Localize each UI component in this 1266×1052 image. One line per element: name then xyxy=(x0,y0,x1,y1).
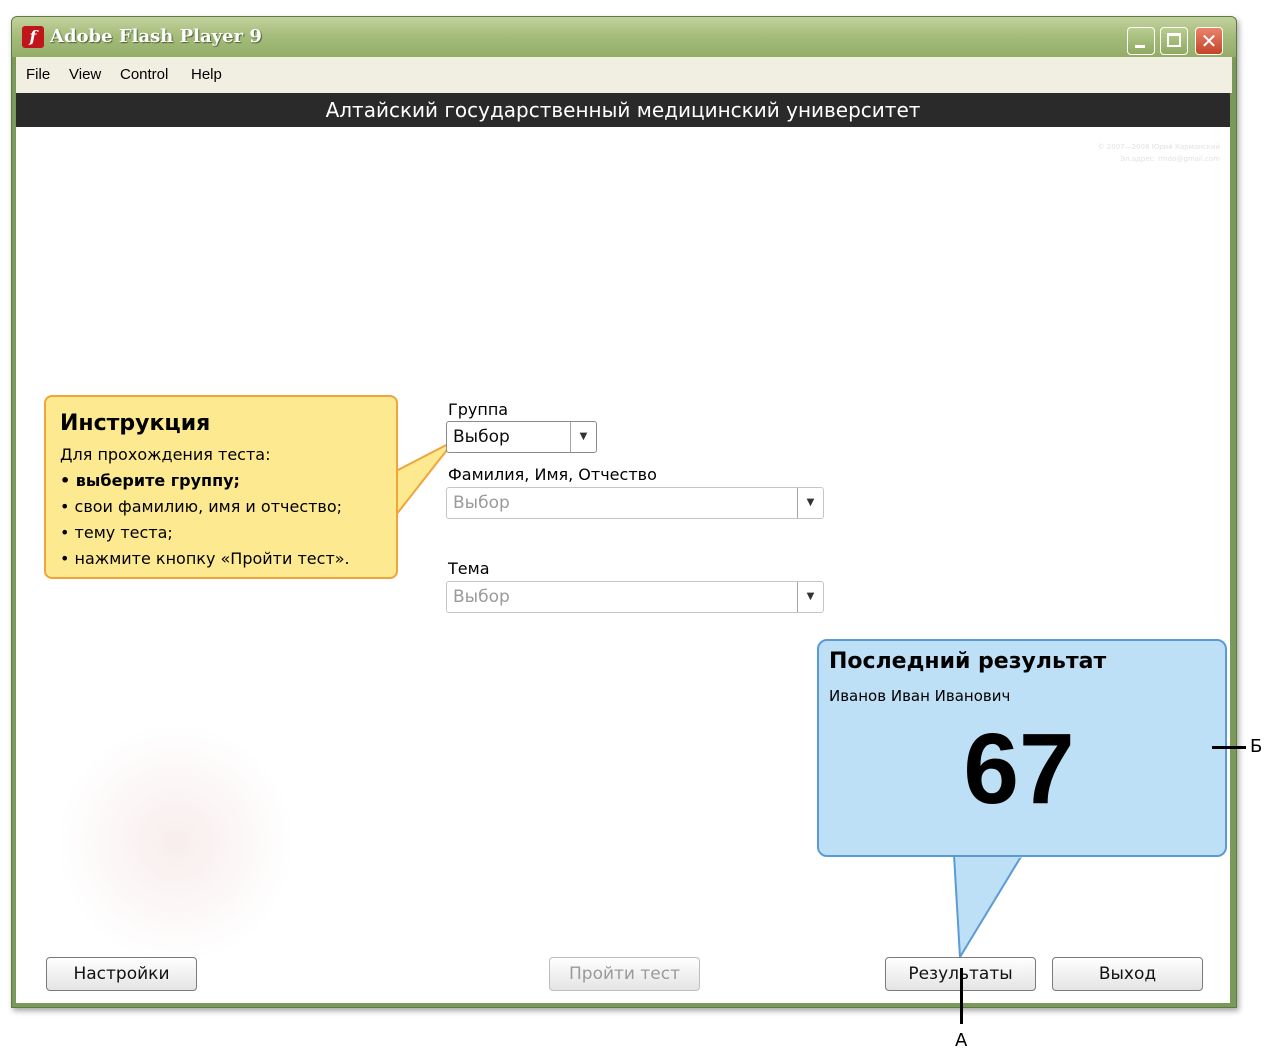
instruction-box: Инструкция Для прохождения теста: • выбе… xyxy=(44,395,398,579)
instruction-step: • нажмите кнопку «Пройти тест». xyxy=(60,549,350,568)
result-pointer xyxy=(952,853,1024,961)
last-result-score: 67 xyxy=(963,713,1075,825)
maximize-icon xyxy=(1167,33,1181,47)
topic-label: Тема xyxy=(448,559,490,578)
start-test-button[interactable]: Пройти тест xyxy=(549,957,700,991)
menu-control[interactable]: Control xyxy=(120,66,168,83)
group-select[interactable]: Выбор ▼ xyxy=(446,421,597,453)
annotation-b-line xyxy=(1212,746,1246,749)
flash-content: Алтайский государственный медицинский ун… xyxy=(16,93,1230,1003)
maximize-button[interactable] xyxy=(1160,27,1188,55)
exit-button[interactable]: Выход xyxy=(1052,957,1203,991)
last-result-student: Иванов Иван Иванович xyxy=(829,687,1011,705)
annotation-a-label: А xyxy=(955,1030,968,1051)
menu-view[interactable]: View xyxy=(69,66,101,83)
group-label: Группа xyxy=(448,400,509,419)
contact-line: Эл.адрес: rmdo@gmail.com xyxy=(1120,155,1220,163)
instruction-title: Инструкция xyxy=(60,411,211,436)
copyright-note: © 2007—2008 Юрий Карманский Эл.адрес: rm… xyxy=(1020,141,1220,165)
chevron-down-icon[interactable]: ▼ xyxy=(797,582,823,612)
last-result-box: Последний результат Иванов Иван Иванович… xyxy=(817,639,1227,857)
close-button[interactable]: ✕ xyxy=(1195,27,1223,55)
copyright-line: © 2007—2008 Юрий Карманский xyxy=(1097,143,1220,151)
minimize-button[interactable] xyxy=(1127,27,1155,55)
menu-help[interactable]: Help xyxy=(191,66,222,83)
topic-select-value: Выбор xyxy=(453,587,510,607)
group-select-value: Выбор xyxy=(453,427,510,447)
name-select-value: Выбор xyxy=(453,493,510,513)
annotation-a-line xyxy=(960,968,963,1024)
topic-select[interactable]: Выбор ▼ xyxy=(446,581,824,613)
annotation-b-label: Б xyxy=(1250,736,1263,757)
chevron-down-icon[interactable]: ▼ xyxy=(570,422,596,452)
menu-file[interactable]: File xyxy=(26,66,50,83)
flash-player-icon: f xyxy=(22,26,44,48)
university-header: Алтайский государственный медицинский ун… xyxy=(16,93,1230,127)
instruction-step: • выберите группу; xyxy=(60,471,240,490)
settings-button[interactable]: Настройки xyxy=(46,957,197,991)
menu-bar: File View Control Help xyxy=(16,57,1232,93)
name-label: Фамилия, Имя, Отчество xyxy=(448,465,657,484)
instruction-intro: Для прохождения теста: xyxy=(60,445,271,464)
name-select[interactable]: Выбор ▼ xyxy=(446,487,824,519)
close-icon: ✕ xyxy=(1200,29,1218,53)
watermark-logo xyxy=(56,723,296,963)
window-title: Adobe Flash Player 9 xyxy=(50,26,262,47)
instruction-step: • свои фамилию, имя и отчество; xyxy=(60,497,343,516)
instruction-step: • тему теста; xyxy=(60,523,173,542)
app-window: f Adobe Flash Player 9 ✕ File View Contr… xyxy=(11,16,1237,1008)
title-bar[interactable]: f Adobe Flash Player 9 ✕ xyxy=(12,17,1236,57)
chevron-down-icon[interactable]: ▼ xyxy=(797,488,823,518)
last-result-title: Последний результат xyxy=(829,649,1107,674)
minimize-icon xyxy=(1135,45,1145,48)
